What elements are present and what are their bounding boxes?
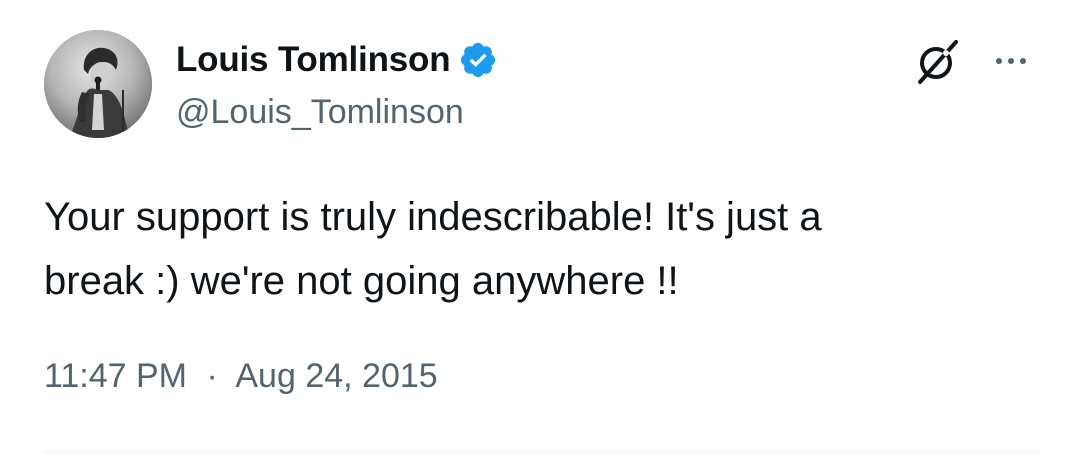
grok-icon — [918, 40, 958, 84]
grok-button[interactable] — [912, 36, 964, 88]
tweet-date[interactable]: Aug 24, 2015 — [235, 357, 437, 395]
divider — [44, 452, 1040, 453]
tweet-time[interactable]: 11:47 PM — [44, 357, 187, 395]
tweet-timestamp: 11:47 PM · Aug 24, 2015 — [44, 354, 438, 398]
avatar[interactable] — [44, 30, 152, 138]
more-options-icon — [996, 58, 1002, 64]
verified-badge-icon[interactable] — [458, 40, 498, 80]
user-handle[interactable]: @Louis_Tomlinson — [176, 90, 464, 134]
avatar-photo — [44, 30, 152, 138]
display-name[interactable]: Louis Tomlinson — [176, 38, 451, 82]
more-options-button[interactable] — [988, 44, 1034, 78]
user-name-row[interactable]: Louis Tomlinson — [176, 38, 498, 82]
more-options-icon — [1008, 58, 1014, 64]
tweet-card: Louis Tomlinson @Louis_Tomlinson Your su… — [0, 0, 1080, 461]
meta-separator: · — [206, 357, 218, 395]
more-options-icon — [1020, 58, 1026, 64]
tweet-text: Your support is truly indescribable! It'… — [44, 195, 822, 303]
